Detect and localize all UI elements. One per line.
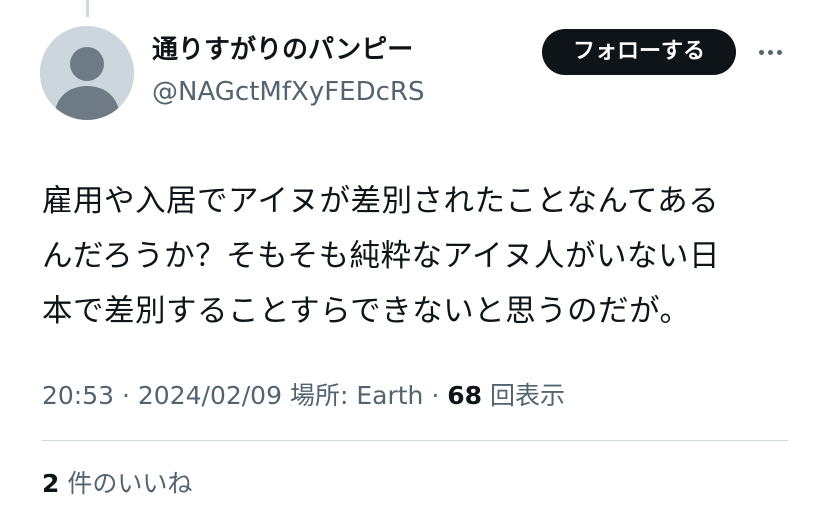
tweet-meta: 20:53 · 2024/02/09 場所: Earth · 68 回表示 bbox=[42, 378, 565, 414]
meta-separator: · bbox=[431, 381, 440, 410]
views-label: 回表示 bbox=[490, 381, 566, 410]
tweet-text-line: んだろうか？そもそも純粋なアイヌ人がいない日 bbox=[42, 239, 721, 274]
author-display-name[interactable]: 通りすがりのパンピー bbox=[152, 32, 413, 68]
author-handle[interactable]: @NAGctMfXyFEDcRS bbox=[152, 74, 424, 110]
likes-count: 2 bbox=[42, 469, 60, 498]
location-label: 場所: bbox=[289, 381, 349, 410]
more-horizontal-icon bbox=[758, 49, 764, 55]
divider bbox=[42, 440, 788, 441]
tweet-text-line: 本で差別することすらできないと思うのだが。 bbox=[42, 294, 691, 329]
tweet-date[interactable]: 2024/02/09 bbox=[138, 381, 282, 410]
views-count: 68 bbox=[447, 381, 483, 410]
more-horizontal-icon-dot bbox=[776, 49, 782, 55]
tweet-text-line: 雇用や入居でアイヌが差別されたことなんてある bbox=[42, 184, 720, 219]
tweet-location[interactable]: Earth bbox=[356, 381, 423, 410]
tweet-text: 雇用や入居でアイヌが差別されたことなんてある んだろうか？そもそも純粋なアイヌ人… bbox=[42, 174, 792, 339]
thread-connector-line bbox=[86, 0, 89, 17]
default-avatar-icon bbox=[40, 26, 134, 120]
avatar[interactable] bbox=[40, 26, 134, 120]
more-options-button[interactable] bbox=[752, 36, 788, 68]
more-horizontal-icon-dot bbox=[767, 49, 773, 55]
meta-separator: · bbox=[122, 381, 130, 410]
likes-label: 件のいいね bbox=[67, 469, 193, 498]
tweet-time[interactable]: 20:53 bbox=[42, 381, 114, 410]
follow-button[interactable]: フォローする bbox=[542, 29, 736, 75]
likes-link[interactable]: 2 件のいいね bbox=[42, 466, 192, 502]
